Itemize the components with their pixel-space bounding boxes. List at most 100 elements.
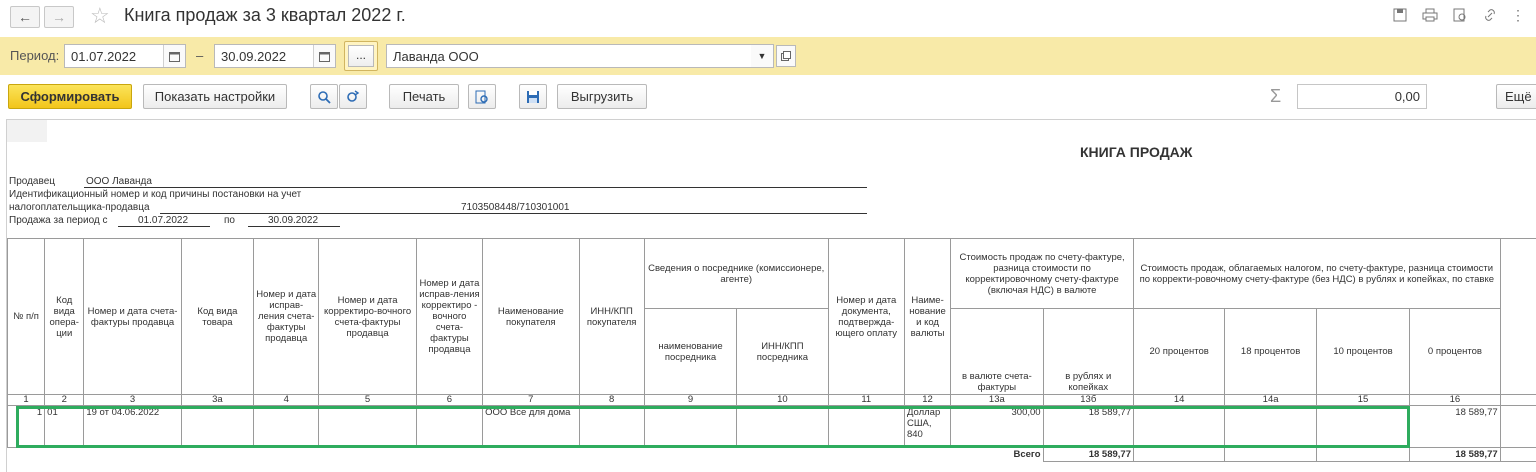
sum-icon: Σ — [1270, 86, 1282, 106]
row-num: 1 — [6, 405, 46, 448]
print-preview-icon — [475, 90, 488, 103]
col-header-rate-18: 18 процентов — [1224, 308, 1317, 395]
col-header-op-code: Код вида опера-ции — [44, 238, 85, 395]
forward-button[interactable]: → — [44, 6, 74, 28]
organization-field[interactable]: Лаванда ООО ▼ — [386, 44, 774, 68]
col-header-rate-20: 20 процентов — [1132, 308, 1226, 395]
col-header-buyer-inn: ИНН/КПП покупателя — [578, 238, 645, 395]
save-icon[interactable] — [1390, 6, 1410, 24]
row-op-code: 01 — [44, 405, 85, 448]
calendar-icon[interactable] — [313, 45, 335, 67]
total-empty — [1224, 447, 1317, 462]
search-next-button[interactable] — [339, 84, 367, 109]
col-header-currency: Наиме-нование и код валюты — [903, 238, 952, 395]
floppy-icon — [527, 90, 539, 103]
col-header-extra — [1499, 238, 1536, 395]
col-number: 1 — [6, 394, 46, 406]
col-header-buyer: Наименование покупателя — [482, 238, 580, 395]
period-dash: – — [196, 48, 204, 63]
col-header-intermediary-name: наименование посредника — [643, 308, 738, 395]
col-number: 14а — [1224, 394, 1317, 406]
col-header-intermediary: Сведения о посреднике (комиссионере, аге… — [643, 238, 829, 309]
sum-field: 0,00 — [1297, 84, 1427, 109]
col-header-correction-invoice: Номер и дата корректиро-вочного счета-фа… — [318, 238, 417, 395]
row-rate-0: 18 589,77 — [1409, 405, 1501, 448]
total-zero: 18 589,77 — [1409, 447, 1501, 462]
favorite-star-icon[interactable]: ☆ — [90, 3, 110, 29]
col-number — [1499, 394, 1536, 406]
back-button[interactable]: ← — [10, 6, 40, 28]
col-number: 16 — [1409, 394, 1501, 406]
search-button[interactable] — [310, 84, 338, 109]
row-payment-doc — [827, 405, 905, 448]
col-header-sales-cost: Стоимость продаж по счету-фактуре, разни… — [950, 238, 1134, 309]
more-vertical-icon[interactable]: ⋮ — [1508, 6, 1528, 24]
link-icon[interactable] — [1480, 6, 1500, 24]
save-button[interactable] — [519, 84, 547, 109]
search-icon — [318, 90, 331, 104]
dropdown-arrow-icon[interactable]: ▼ — [751, 45, 773, 67]
organization-value: Лаванда ООО — [393, 49, 479, 64]
col-header-currency-amount: в валюте счета-фактуры — [950, 308, 1044, 395]
col-number: 12 — [903, 394, 952, 406]
col-number: 11 — [827, 394, 905, 406]
show-settings-button[interactable]: Показать настройки — [143, 84, 287, 109]
table-row[interactable]: 1 01 19 от 04.06.2022 ООО Все для дома Д… — [6, 405, 1536, 448]
inn-label-2: налогоплательщика-продавца — [9, 202, 150, 213]
row-intermediary-name — [643, 405, 738, 448]
generate-button[interactable]: Сформировать — [8, 84, 132, 109]
period-to-field[interactable]: 30.09.2022 — [214, 44, 336, 68]
export-button[interactable]: Выгрузить — [557, 84, 647, 109]
period-from-value: 01.07.2022 — [71, 49, 137, 64]
open-window-icon — [781, 51, 791, 61]
calendar-icon[interactable] — [163, 45, 185, 67]
total-empty — [1499, 447, 1536, 462]
col-header-rate-0: 0 процентов — [1409, 308, 1501, 395]
column-numbers-row: 1 2 3 3а 4 5 6 7 8 9 10 11 12 13а 13б 14… — [6, 394, 1536, 406]
col-header-goods-code: Код вида товара — [180, 238, 255, 395]
col-number: 15 — [1315, 394, 1411, 406]
window-title: Книга продаж за 3 квартал 2022 г. — [124, 5, 406, 25]
total-empty — [1315, 447, 1411, 462]
row-currency: Доллар США, 840 — [903, 405, 952, 448]
preview-icon[interactable] — [1450, 6, 1470, 24]
row-amount-currency: 300,00 — [950, 405, 1044, 448]
col-header-invoice: Номер и дата счета-фактуры продавца — [83, 238, 182, 395]
inn-value: 7103508448/710301001 — [461, 202, 570, 213]
period-choose-button[interactable]: ... — [348, 45, 374, 67]
sales-book-table: № п/п Код вида опера-ции Номер и дата сч… — [6, 238, 1536, 462]
col-number: 13а — [950, 394, 1044, 406]
row-buyer: ООО Все для дома — [482, 405, 580, 448]
print-icon[interactable] — [1420, 6, 1440, 24]
period-from-field[interactable]: 01.07.2022 — [64, 44, 186, 68]
more-button[interactable]: Ещё — [1496, 84, 1536, 109]
total-label: Всего — [7, 447, 1044, 462]
col-number: 3 — [83, 394, 182, 406]
col-header-correction-fix: Номер и дата исправ-ления корректиро - в… — [415, 238, 484, 395]
col-number: 7 — [482, 394, 580, 406]
total-empty — [1132, 447, 1226, 462]
col-number: 4 — [253, 394, 320, 406]
print-button[interactable]: Печать — [389, 84, 459, 109]
print-preview-button[interactable] — [468, 84, 496, 109]
row-correction-fix — [415, 405, 484, 448]
col-header-rub-amount: в рублях и копейках — [1042, 308, 1134, 395]
period-to-value: 30.09.2022 — [221, 49, 287, 64]
col-header-invoice-fix: Номер и дата исправ-ления счета-фактуры … — [253, 238, 320, 395]
arrow-left-icon: ← — [18, 9, 32, 25]
col-number: 13б — [1042, 394, 1134, 406]
sale-period-from: 01.07.2022 — [138, 215, 189, 226]
sale-period-label: Продажа за период с — [9, 215, 108, 226]
open-organization-button[interactable] — [776, 45, 796, 67]
row-rate-10 — [1315, 405, 1411, 448]
col-number: 3а — [180, 394, 255, 406]
row-extra — [1499, 405, 1536, 448]
col-number: 8 — [578, 394, 645, 406]
col-number: 9 — [643, 394, 738, 406]
col-number: 6 — [415, 394, 484, 406]
row-rate-20 — [1132, 405, 1226, 448]
seller-label: Продавец — [9, 176, 55, 187]
col-number: 14 — [1132, 394, 1226, 406]
col-header-payment-doc: Номер и дата документа, подтвержда-ющего… — [827, 238, 905, 395]
row-buyer-inn — [578, 405, 645, 448]
